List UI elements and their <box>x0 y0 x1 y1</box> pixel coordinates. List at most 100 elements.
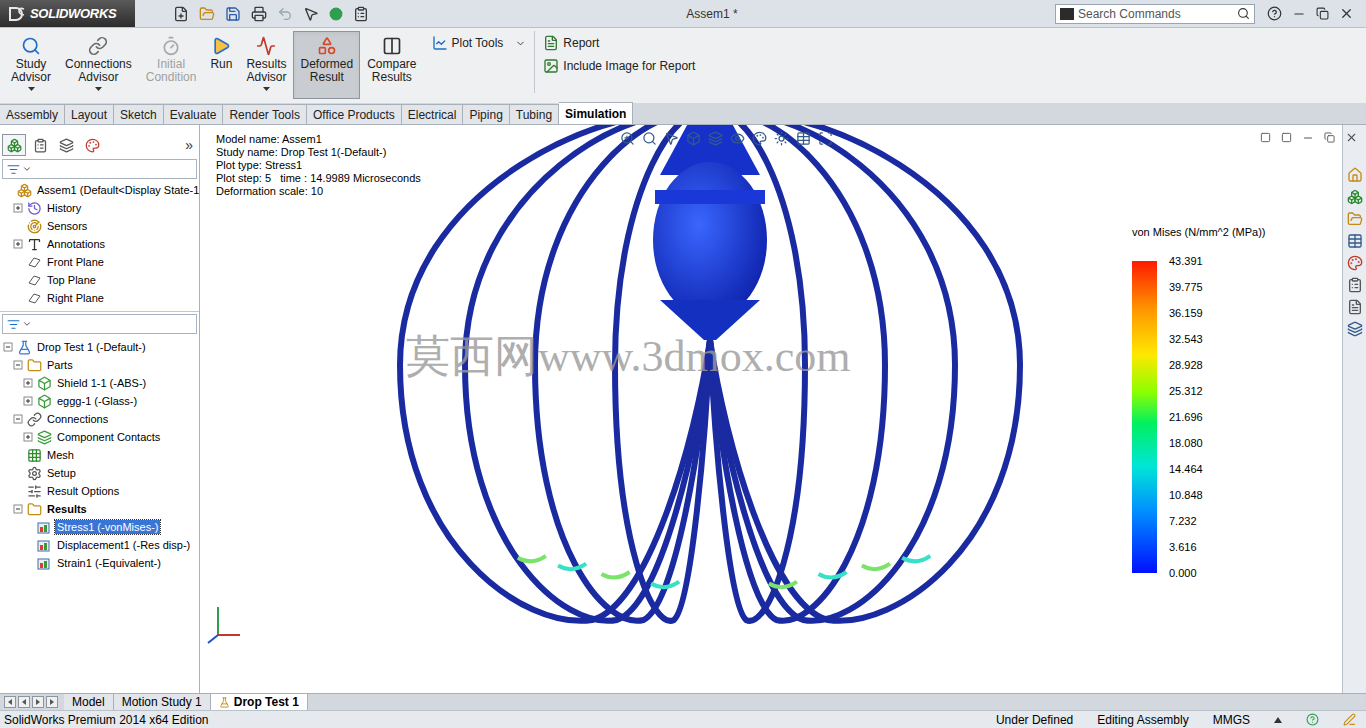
expander-icon[interactable] <box>13 203 24 214</box>
ribbon-button[interactable]: Deformed Result <box>293 31 360 99</box>
tree-item-label[interactable]: Right Plane <box>45 291 106 305</box>
view-tool-icon[interactable] <box>620 131 635 146</box>
dropdown-arrow-icon[interactable] <box>263 87 270 91</box>
panel-more[interactable]: » <box>185 135 197 156</box>
options-icon[interactable] <box>353 6 369 22</box>
view-minimize-icon[interactable] <box>1302 132 1314 144</box>
ribbon-small-button[interactable]: Report <box>543 33 695 53</box>
tree-item-label[interactable]: eggg-1 (-Glass-) <box>55 394 139 408</box>
tree-item[interactable]: eggg-1 (-Glass-) <box>0 392 199 410</box>
open-icon[interactable] <box>199 6 215 22</box>
restore-icon[interactable] <box>1316 7 1329 20</box>
expander-icon[interactable] <box>13 504 24 515</box>
ribbon-button[interactable]: Initial Condition <box>139 31 204 99</box>
minimize-icon[interactable] <box>1292 7 1306 21</box>
command-tab[interactable]: Assembly <box>0 104 65 124</box>
expander-icon[interactable] <box>13 239 24 250</box>
custom-properties-icon[interactable] <box>1347 277 1363 293</box>
tree-item-label[interactable]: Stress1 (-vonMises-) <box>55 520 160 534</box>
tab-nav-icon[interactable] <box>4 696 16 708</box>
expander-icon[interactable] <box>3 342 14 353</box>
command-tab[interactable]: Layout <box>65 104 114 124</box>
new-icon[interactable] <box>173 6 189 22</box>
close-icon[interactable] <box>1339 6 1354 21</box>
view-tool-icon[interactable] <box>818 131 833 146</box>
tree-item[interactable]: Result Options <box>0 482 199 500</box>
tree-item-label[interactable]: Setup <box>45 466 78 480</box>
view-close-icon[interactable] <box>1345 131 1358 144</box>
tree-item[interactable]: Sensors <box>0 217 199 235</box>
display-tab[interactable] <box>80 134 104 156</box>
view-tool-icon[interactable] <box>774 131 789 146</box>
tree-item[interactable]: Connections <box>0 410 199 428</box>
dropdown-icon[interactable] <box>515 38 526 49</box>
ribbon-button[interactable]: Compare Results <box>360 31 423 99</box>
tree-item[interactable]: Drop Test 1 (-Default-) <box>0 338 199 356</box>
command-tab[interactable]: Render Tools <box>223 104 307 124</box>
command-tab[interactable]: Tubing <box>510 104 559 124</box>
expander-icon[interactable] <box>13 414 24 425</box>
expander-icon[interactable] <box>13 360 24 371</box>
search-box[interactable]: Search Commands <box>1055 4 1255 24</box>
view-restore-icon[interactable] <box>1324 132 1335 143</box>
tree-item-label[interactable]: Connections <box>45 412 110 426</box>
command-tab[interactable]: Piping <box>463 104 509 124</box>
tree-item[interactable]: Setup <box>0 464 199 482</box>
tree-item-label[interactable]: Top Plane <box>45 273 98 287</box>
tree-item[interactable]: Assem1 (Default<Display State-1 <box>0 181 199 199</box>
expander-icon[interactable] <box>23 432 34 443</box>
simulation-icon[interactable] <box>1347 321 1363 337</box>
resources-icon[interactable] <box>1347 167 1363 183</box>
status-edit-icon[interactable] <box>1343 713 1356 726</box>
tree-filter[interactable] <box>2 314 197 334</box>
tree-item-label[interactable]: Shield 1-1 (-ABS-) <box>55 376 148 390</box>
bottom-tab[interactable]: Motion Study 1 <box>114 694 211 711</box>
tree-item-label[interactable]: Results <box>45 502 89 516</box>
tree-item[interactable]: Top Plane <box>0 271 199 289</box>
tree-item[interactable]: Stress1 (-vonMises-) <box>0 518 199 536</box>
view-tool-icon[interactable] <box>708 131 723 146</box>
canvas[interactable]: Model name: Assem1Study name: Drop Test … <box>200 125 1342 693</box>
tree-item-label[interactable]: Parts <box>45 358 75 372</box>
ribbon-button[interactable]: Study Advisor <box>4 31 58 99</box>
tab-nav-icon[interactable] <box>32 696 44 708</box>
command-tab[interactable]: Electrical <box>402 104 464 124</box>
model-view[interactable] <box>200 125 1342 693</box>
view-tool-icon[interactable] <box>642 131 657 146</box>
dropdown-arrow-icon[interactable] <box>28 87 35 91</box>
units-menu-icon[interactable] <box>1274 717 1282 723</box>
tree-item[interactable]: Mesh <box>0 446 199 464</box>
ribbon-small-button[interactable]: Plot Tools <box>432 33 527 53</box>
print-icon[interactable] <box>251 6 267 22</box>
expander-icon[interactable] <box>23 396 34 407</box>
tab-nav-icon[interactable] <box>18 696 30 708</box>
file-explorer-icon[interactable] <box>1347 211 1363 227</box>
appearances-icon[interactable] <box>1347 255 1363 271</box>
tree-item-label[interactable]: Drop Test 1 (-Default-) <box>35 340 148 354</box>
tree-item[interactable]: Annotations <box>0 235 199 253</box>
bottom-tab[interactable]: Model <box>64 694 114 711</box>
command-tab[interactable]: Evaluate <box>164 104 224 124</box>
property-manager-tab[interactable] <box>28 134 52 156</box>
ribbon-button[interactable]: Connections Advisor <box>58 31 139 99</box>
save-icon[interactable] <box>225 6 241 22</box>
tab-nav-icon[interactable] <box>46 696 58 708</box>
view-tool-icon[interactable] <box>686 131 701 146</box>
tree-item-label[interactable]: Strain1 (-Equivalent-) <box>55 556 163 570</box>
view-tool-icon[interactable] <box>664 131 679 146</box>
ribbon-small-button[interactable]: Include Image for Report <box>543 56 695 76</box>
select-icon[interactable] <box>303 6 319 22</box>
tree-item-label[interactable]: Sensors <box>45 219 89 233</box>
command-tab[interactable]: Simulation <box>559 102 633 124</box>
configuration-tab[interactable] <box>54 134 78 156</box>
tree-item-label[interactable]: History <box>45 201 83 215</box>
tree-item-label[interactable]: Result Options <box>45 484 121 498</box>
tree-item[interactable]: Strain1 (-Equivalent-) <box>0 554 199 572</box>
tree-filter[interactable] <box>2 159 197 179</box>
tree-item[interactable]: Displacement1 (-Res disp-) <box>0 536 199 554</box>
tree-item-label[interactable]: Component Contacts <box>55 430 162 444</box>
tree-item-label[interactable]: Assem1 (Default<Display State-1 <box>35 183 200 197</box>
tree-item[interactable]: Front Plane <box>0 253 199 271</box>
tree-item[interactable]: Right Plane <box>0 289 199 307</box>
command-tab[interactable]: Sketch <box>114 104 164 124</box>
